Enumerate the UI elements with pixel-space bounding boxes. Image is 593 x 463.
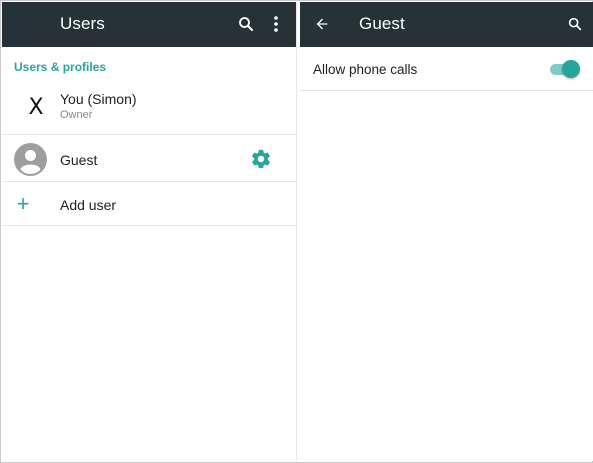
- user-name: You (Simon): [60, 91, 137, 107]
- user-name: Guest: [60, 152, 98, 168]
- divider: [2, 225, 296, 226]
- avatar: X: [28, 95, 44, 120]
- users-app-bar: Users: [2, 2, 296, 47]
- person-avatar-icon: [14, 143, 47, 176]
- section-header-users-profiles: Users & profiles: [14, 60, 107, 74]
- allow-phone-calls-toggle[interactable]: [548, 60, 580, 78]
- back-arrow-icon[interactable]: [309, 11, 335, 37]
- user-role: Owner: [60, 109, 93, 121]
- search-icon[interactable]: [233, 11, 259, 37]
- users-screen: Users Users & profiles X You (Simon) Own…: [2, 2, 296, 461]
- user-row-owner[interactable]: X You (Simon) Owner: [2, 82, 296, 135]
- search-icon[interactable]: [562, 11, 588, 37]
- window-frame: Users Users & profiles X You (Simon) Own…: [0, 0, 593, 463]
- more-vertical-icon[interactable]: [263, 11, 289, 37]
- allow-phone-calls-row[interactable]: Allow phone calls: [300, 47, 593, 91]
- page-title: Users: [60, 14, 105, 33]
- plus-icon: +: [16, 191, 30, 216]
- user-row-guest[interactable]: Guest: [2, 135, 296, 182]
- add-user-label: Add user: [60, 197, 117, 213]
- divider: [300, 90, 593, 91]
- guest-app-bar: Guest: [300, 2, 593, 47]
- allow-phone-calls-label: Allow phone calls: [313, 62, 418, 77]
- guest-screen: Guest Allow phone calls: [300, 2, 593, 461]
- gear-icon[interactable]: [250, 148, 272, 170]
- add-user-row[interactable]: + Add user: [2, 182, 296, 226]
- toggle-thumb: [562, 60, 580, 78]
- page-title: Guest: [359, 14, 405, 33]
